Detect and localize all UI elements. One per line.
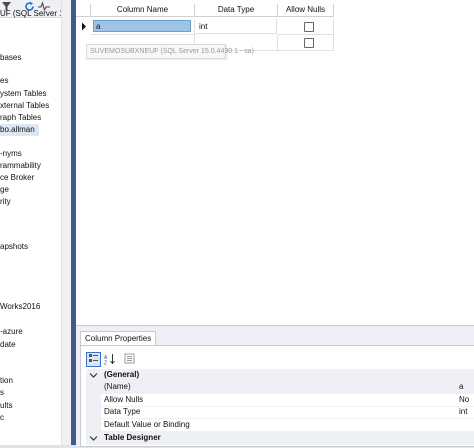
explorer-tree-item[interactable]: Works2016 <box>0 301 40 313</box>
alphabetical-icon[interactable]: AZ <box>102 352 117 367</box>
property-value[interactable]: int <box>459 406 467 418</box>
column-name-header[interactable]: Column Name <box>91 4 195 17</box>
data-type-cell[interactable]: int <box>195 19 277 34</box>
svg-text:Z: Z <box>104 361 107 366</box>
property-name: Default Value or Binding <box>104 420 190 429</box>
explorer-tree-item[interactable]: bo.allman <box>0 124 39 136</box>
explorer-tree-item[interactable]: s <box>0 387 4 399</box>
property-gutter <box>86 394 101 406</box>
column-name-cell[interactable]: a <box>91 19 195 35</box>
property-name: Allow Nulls <box>104 395 144 404</box>
explorer-tree-item[interactable]: -azure <box>0 326 23 338</box>
explorer-tree-item[interactable]: c <box>0 412 4 424</box>
allow-nulls-cell-empty[interactable] <box>278 35 334 51</box>
property-name: Data Type <box>104 407 141 416</box>
allow-nulls-checkbox[interactable] <box>304 22 314 32</box>
explorer-tree-item[interactable]: rammability <box>0 160 41 172</box>
collapse-chevron-icon[interactable] <box>86 432 101 444</box>
explorer-tree-item[interactable]: -nyms <box>0 148 22 160</box>
explorer-tree-item[interactable]: es <box>0 75 8 87</box>
property-gutter <box>86 406 101 418</box>
explorer-tree-item[interactable]: ystem Tables <box>0 88 47 100</box>
column-name-value[interactable]: a <box>93 20 191 32</box>
property-pages-icon[interactable] <box>122 352 137 367</box>
category-label: (General) <box>104 370 140 379</box>
column-properties-tab[interactable]: Column Properties <box>80 331 157 346</box>
property-row[interactable]: Default Value or Binding <box>86 419 474 432</box>
property-row[interactable]: Data Type int <box>86 406 474 419</box>
row-header-corner <box>76 4 91 17</box>
property-row[interactable]: (Name) a <box>86 381 474 394</box>
current-row-indicator[interactable] <box>78 19 90 34</box>
server-tooltip: SUVEMOSUBXNEUF (SQL Server 15.0.4430.1 -… <box>86 44 254 59</box>
allow-nulls-checkbox-empty[interactable] <box>304 38 314 48</box>
explorer-tree-item[interactable]: ce Broker <box>0 172 34 184</box>
explorer-tree-item[interactable]: raph Tables <box>0 112 41 124</box>
property-name: (Name) <box>104 382 131 391</box>
property-gutter <box>86 381 101 393</box>
allow-nulls-header[interactable]: Allow Nulls <box>278 4 334 17</box>
property-value[interactable]: No <box>459 394 469 406</box>
collapse-chevron-icon[interactable] <box>86 369 101 381</box>
explorer-scrollbar[interactable] <box>61 0 71 445</box>
property-grid-toolbar: AZ <box>86 352 474 367</box>
explorer-tree-item[interactable]: xternal Tables <box>0 100 49 112</box>
property-category[interactable]: Table Designer <box>86 432 474 445</box>
explorer-tree-item[interactable]: tion <box>0 375 13 387</box>
explorer-tree-item[interactable]: ults <box>0 400 12 412</box>
explorer-tree-item[interactable]: date <box>0 339 16 351</box>
property-value[interactable]: a <box>459 381 463 393</box>
allow-nulls-cell[interactable] <box>278 19 334 35</box>
explorer-tree-item[interactable]: bases <box>0 52 21 64</box>
data-type-header[interactable]: Data Type <box>195 4 278 17</box>
explorer-tree-item[interactable]: rity <box>0 196 11 208</box>
explorer-tree-item[interactable]: UF (SQL Server 15 <box>0 8 68 20</box>
property-gutter <box>86 419 101 431</box>
explorer-tree-item[interactable]: apshots <box>0 241 28 253</box>
category-label: Table Designer <box>104 433 161 442</box>
categorized-icon[interactable] <box>86 352 101 367</box>
explorer-tree-item[interactable]: ge <box>0 184 9 196</box>
